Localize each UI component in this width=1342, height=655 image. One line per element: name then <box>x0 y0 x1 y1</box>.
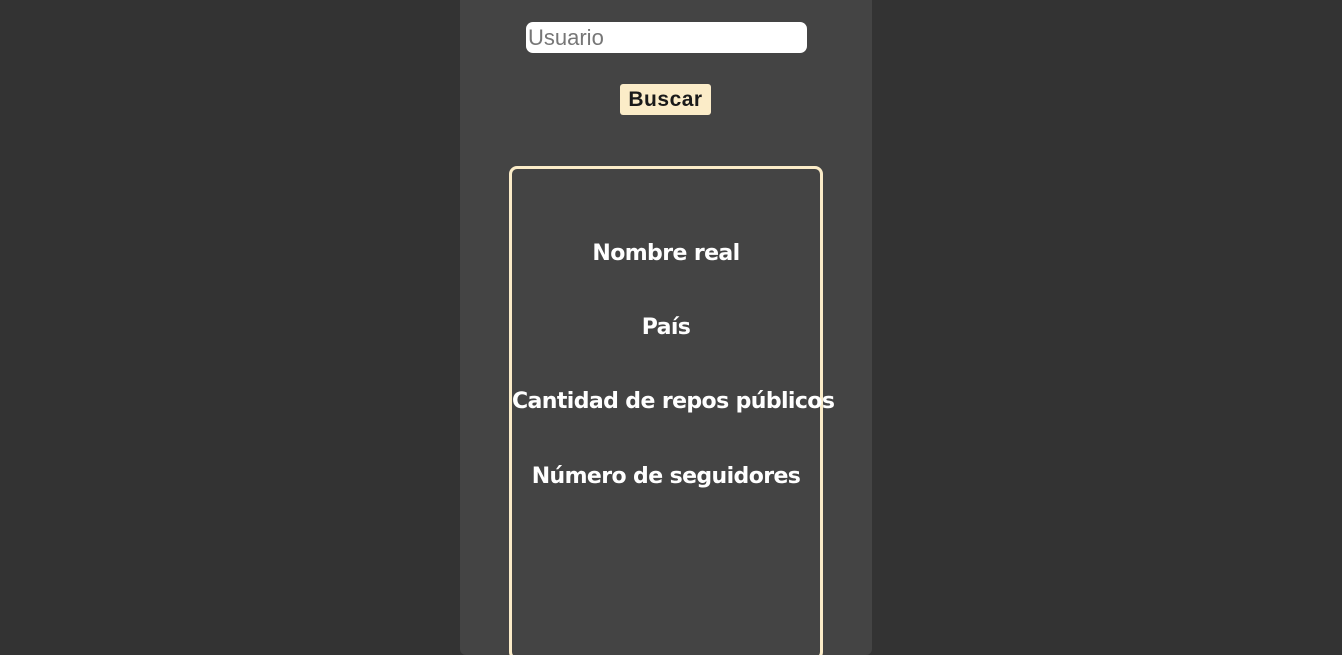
main-panel: Buscar Nombre real País Cantidad de repo… <box>460 0 872 655</box>
search-button[interactable]: Buscar <box>620 84 711 115</box>
public-repos-count-label: Cantidad de repos públicos <box>512 389 835 414</box>
followers-count-label: Número de seguidores <box>531 464 801 489</box>
username-search-input[interactable] <box>526 22 807 53</box>
page: Buscar Nombre real País Cantidad de repo… <box>0 0 1342 655</box>
country-label: País <box>641 315 691 340</box>
user-info-card: Nombre real País Cantidad de repos públi… <box>509 166 835 655</box>
real-name-label: Nombre real <box>592 241 740 266</box>
